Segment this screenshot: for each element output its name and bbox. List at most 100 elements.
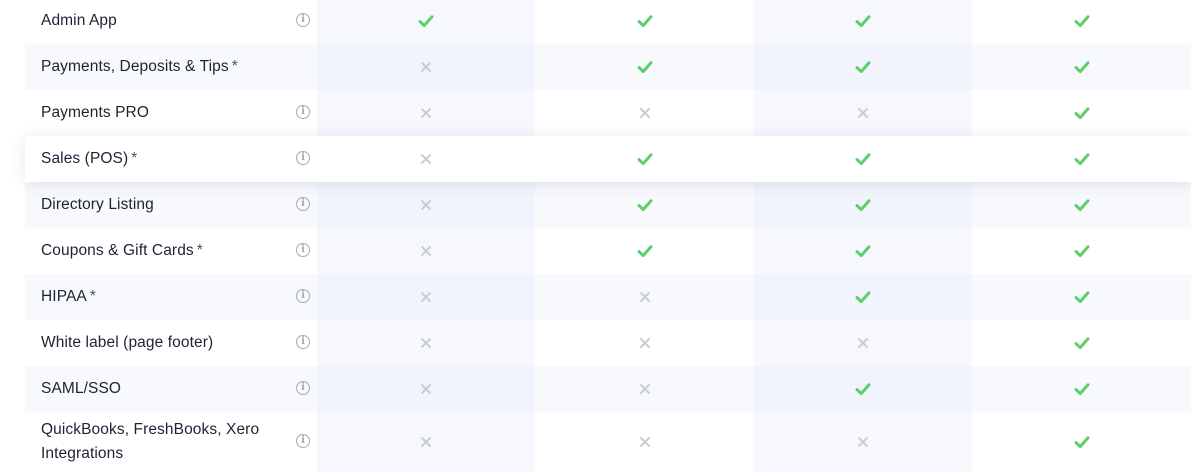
plan-cell xyxy=(972,228,1191,274)
plan-cell xyxy=(317,136,536,182)
plan-cell xyxy=(972,90,1191,136)
cross-icon xyxy=(421,200,432,210)
plan-cell xyxy=(972,366,1191,412)
table-row: QuickBooks, FreshBooks, Xero Integration… xyxy=(25,412,1191,472)
table-row: White label (page footer) i xyxy=(25,320,1191,366)
table-row: HIPAA * i xyxy=(25,274,1191,320)
plan-cell xyxy=(316,228,536,274)
feature-label-cell: HIPAA * i xyxy=(25,274,317,320)
feature-name: White label (page footer) xyxy=(41,334,214,351)
feature-name: Payments PRO xyxy=(41,104,150,121)
feature-comparison-table: Admin App i Payments, Deposits & Tips * P… xyxy=(25,0,1191,472)
plan-cell xyxy=(316,320,536,366)
plan-cell xyxy=(972,320,1191,366)
plan-cell xyxy=(535,182,754,228)
info-icon[interactable]: i xyxy=(296,105,310,119)
plan-cell xyxy=(753,90,973,136)
cross-icon xyxy=(421,437,432,447)
check-icon xyxy=(637,15,653,28)
feature-label-cell: SAML/SSO i xyxy=(25,366,317,412)
plan-cell xyxy=(316,412,536,472)
info-icon[interactable]: i xyxy=(296,13,310,27)
feature-label-cell: Admin App i xyxy=(25,0,317,44)
check-icon xyxy=(855,245,871,258)
check-icon xyxy=(1074,337,1090,350)
check-icon xyxy=(1074,15,1090,28)
plan-cell xyxy=(316,182,536,228)
plan-cell xyxy=(753,412,973,472)
cross-icon xyxy=(639,338,650,348)
feature-name: Sales (POS) * xyxy=(41,150,138,167)
table-row: Coupons & Gift Cards * i xyxy=(25,228,1191,274)
cross-icon xyxy=(421,384,432,394)
plan-cell xyxy=(753,0,973,44)
plan-cell xyxy=(753,320,973,366)
plan-cell xyxy=(972,274,1191,320)
check-icon xyxy=(855,199,871,212)
plan-cell xyxy=(316,0,536,44)
table-row: Admin App i xyxy=(25,0,1191,44)
feature-name: Directory Listing xyxy=(41,196,154,213)
info-icon[interactable]: i xyxy=(296,243,310,257)
check-icon xyxy=(855,153,871,166)
check-icon xyxy=(855,291,871,304)
check-icon xyxy=(1074,291,1090,304)
table-row: Payments PRO i xyxy=(25,90,1191,136)
info-icon[interactable]: i xyxy=(296,381,310,395)
feature-name: Payments, Deposits & Tips * xyxy=(41,58,238,75)
info-icon[interactable]: i xyxy=(296,434,310,448)
check-icon xyxy=(637,245,653,258)
info-icon[interactable]: i xyxy=(296,289,310,303)
info-icon[interactable]: i xyxy=(296,197,310,211)
plan-cell xyxy=(535,136,754,182)
feature-label-cell: Sales (POS) * i xyxy=(25,136,317,182)
plan-cell xyxy=(535,366,754,412)
table-row: Payments, Deposits & Tips * xyxy=(25,44,1191,90)
plan-cell xyxy=(535,274,754,320)
plan-cell xyxy=(535,320,754,366)
table-row-highlighted: Sales (POS) * i xyxy=(25,136,1191,182)
cross-icon xyxy=(639,108,650,118)
cross-icon xyxy=(858,108,869,118)
cross-icon xyxy=(639,437,650,447)
feature-name: Coupons & Gift Cards * xyxy=(41,242,203,259)
cross-icon xyxy=(421,246,432,256)
plan-cell xyxy=(316,366,536,412)
plan-cell xyxy=(535,412,754,472)
cross-icon xyxy=(858,437,869,447)
cross-icon xyxy=(421,292,432,302)
feature-name: QuickBooks, FreshBooks, Xero Integration… xyxy=(41,421,260,462)
info-icon[interactable]: i xyxy=(296,151,310,165)
check-icon xyxy=(855,15,871,28)
plan-cell xyxy=(753,366,973,412)
cross-icon xyxy=(421,108,432,118)
feature-name: Admin App xyxy=(41,12,117,29)
check-icon xyxy=(637,199,653,212)
cross-icon xyxy=(421,62,432,72)
plan-cell xyxy=(972,182,1191,228)
plan-cell xyxy=(972,412,1191,472)
check-icon xyxy=(1074,199,1090,212)
table-row: Directory Listing i xyxy=(25,182,1191,228)
plan-cell xyxy=(754,136,973,182)
plan-cell xyxy=(535,44,754,90)
feature-label-cell: Payments PRO i xyxy=(25,90,317,136)
feature-label-cell: Payments, Deposits & Tips * xyxy=(25,44,317,90)
info-icon[interactable]: i xyxy=(296,335,310,349)
check-icon xyxy=(1074,436,1090,449)
feature-label-cell: Directory Listing i xyxy=(25,182,317,228)
plan-cell xyxy=(316,44,536,90)
check-icon xyxy=(418,15,434,28)
check-icon xyxy=(855,61,871,74)
check-icon xyxy=(1074,61,1090,74)
cross-icon xyxy=(639,292,650,302)
check-icon xyxy=(1074,153,1090,166)
feature-name: SAML/SSO xyxy=(41,380,122,397)
plan-cell xyxy=(535,0,754,44)
check-icon xyxy=(637,61,653,74)
plan-cell xyxy=(316,274,536,320)
plan-cell xyxy=(535,228,754,274)
cross-icon xyxy=(858,338,869,348)
check-icon xyxy=(1074,107,1090,120)
table-row: SAML/SSO i xyxy=(25,366,1191,412)
